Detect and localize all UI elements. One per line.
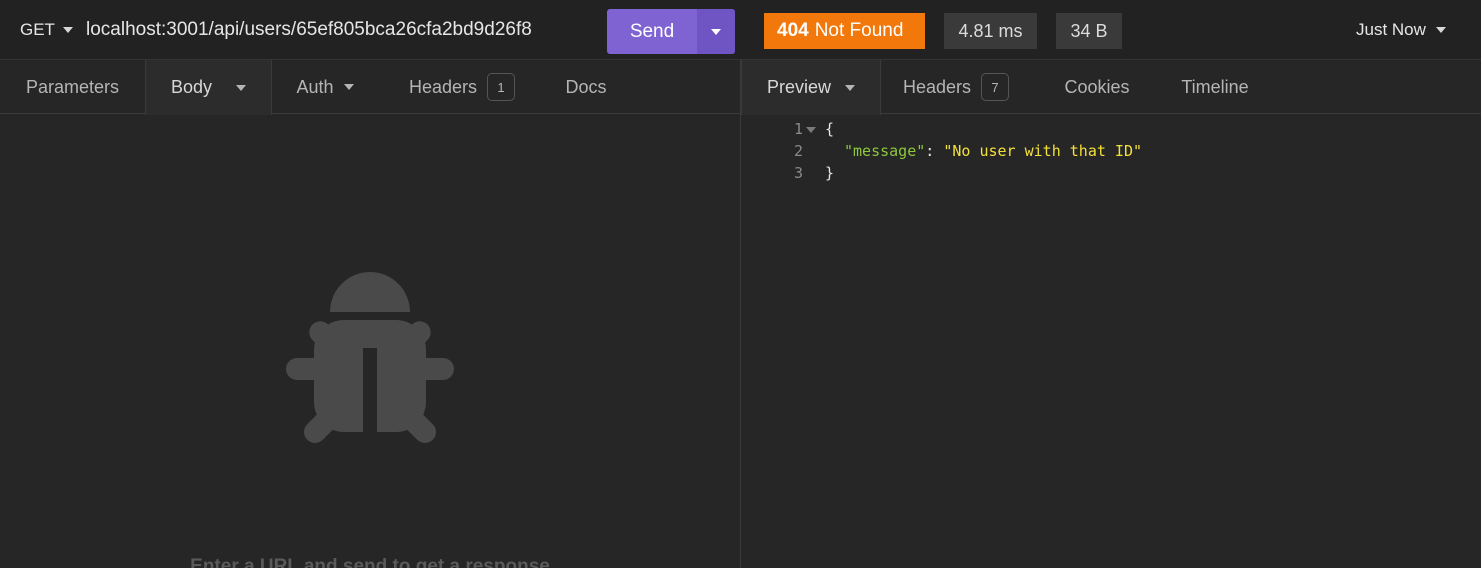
send-button[interactable]: Send: [607, 21, 697, 43]
json-value: "No user with that ID": [943, 142, 1143, 160]
json-close-brace: }: [825, 164, 835, 182]
json-separator: :: [925, 142, 944, 160]
tab-label: Headers: [408, 76, 478, 97]
caret-down-icon: [236, 84, 247, 91]
status-text: Not Found: [814, 20, 904, 41]
method-label: GET: [20, 20, 55, 39]
response-body-viewer[interactable]: 1 { 2 "message": "No user with that ID" …: [741, 118, 1481, 184]
send-button-group: Send: [607, 9, 735, 54]
tab-docs[interactable]: Docs: [546, 60, 626, 114]
line-number: 3: [793, 164, 803, 182]
history-label: Just Now: [1356, 20, 1426, 39]
status-badge: 404 Not Found: [764, 13, 925, 49]
tab-timeline[interactable]: Timeline: [1167, 60, 1263, 114]
json-entry: "message": "No user with that ID": [844, 142, 1142, 160]
empty-state-hint: Enter a URL and send to get a response: [190, 556, 550, 568]
caret-down-icon: [711, 28, 721, 35]
response-history-dropdown[interactable]: Just Now: [1356, 0, 1446, 60]
tab-label: Body: [170, 77, 213, 97]
code-line: 3 }: [741, 162, 1481, 184]
tab-label: Auth: [296, 76, 334, 97]
line-number: 1: [793, 120, 803, 138]
send-options-button[interactable]: [697, 9, 735, 54]
headers-count-badge: 7: [981, 73, 1010, 101]
tab-auth[interactable]: Auth: [272, 60, 378, 114]
code-line: 1 {: [741, 118, 1481, 140]
caret-down-icon: [1435, 27, 1446, 33]
line-number: 2: [793, 142, 803, 160]
tab-body[interactable]: Body: [145, 60, 272, 115]
request-tabs: Parameters Body Auth Headers 1 Docs: [0, 60, 740, 115]
caret-down-icon: [845, 84, 856, 91]
fold-toggle-icon[interactable]: [806, 127, 816, 133]
tab-label: Cookies: [1064, 76, 1130, 97]
tab-response-headers[interactable]: Headers 7: [891, 60, 1021, 114]
tab-label: Parameters: [25, 76, 120, 97]
tab-parameters[interactable]: Parameters: [0, 60, 145, 114]
code-line: 2 "message": "No user with that ID": [741, 140, 1481, 162]
json-key: "message": [844, 142, 926, 160]
headers-count-badge: 1: [487, 73, 516, 101]
tab-headers[interactable]: Headers 1: [388, 60, 536, 114]
url-input[interactable]: localhost:3001/api/users/65ef805bca26cfa…: [86, 0, 596, 60]
tab-label: Docs: [565, 76, 607, 97]
response-size-badge: 34 B: [1056, 13, 1122, 49]
tab-cookies[interactable]: Cookies: [1049, 60, 1145, 114]
bug-icon: [286, 272, 454, 444]
tab-preview[interactable]: Preview: [741, 60, 881, 115]
response-time-badge: 4.81 ms: [944, 13, 1037, 49]
response-tabs: Preview Headers 7 Cookies Timeline: [741, 60, 1481, 115]
status-code: 404: [777, 20, 809, 41]
json-open-brace: {: [825, 120, 835, 138]
tab-label: Headers: [902, 76, 972, 97]
tab-label: Preview: [766, 77, 832, 97]
caret-down-icon: [343, 84, 354, 90]
caret-down-icon: [62, 27, 73, 33]
insomnia-window: GET localhost:3001/api/users/65ef805bca2…: [0, 0, 1481, 568]
request-bar: GET localhost:3001/api/users/65ef805bca2…: [0, 0, 1481, 60]
tab-label: Timeline: [1181, 76, 1249, 97]
method-selector[interactable]: GET: [20, 0, 73, 60]
